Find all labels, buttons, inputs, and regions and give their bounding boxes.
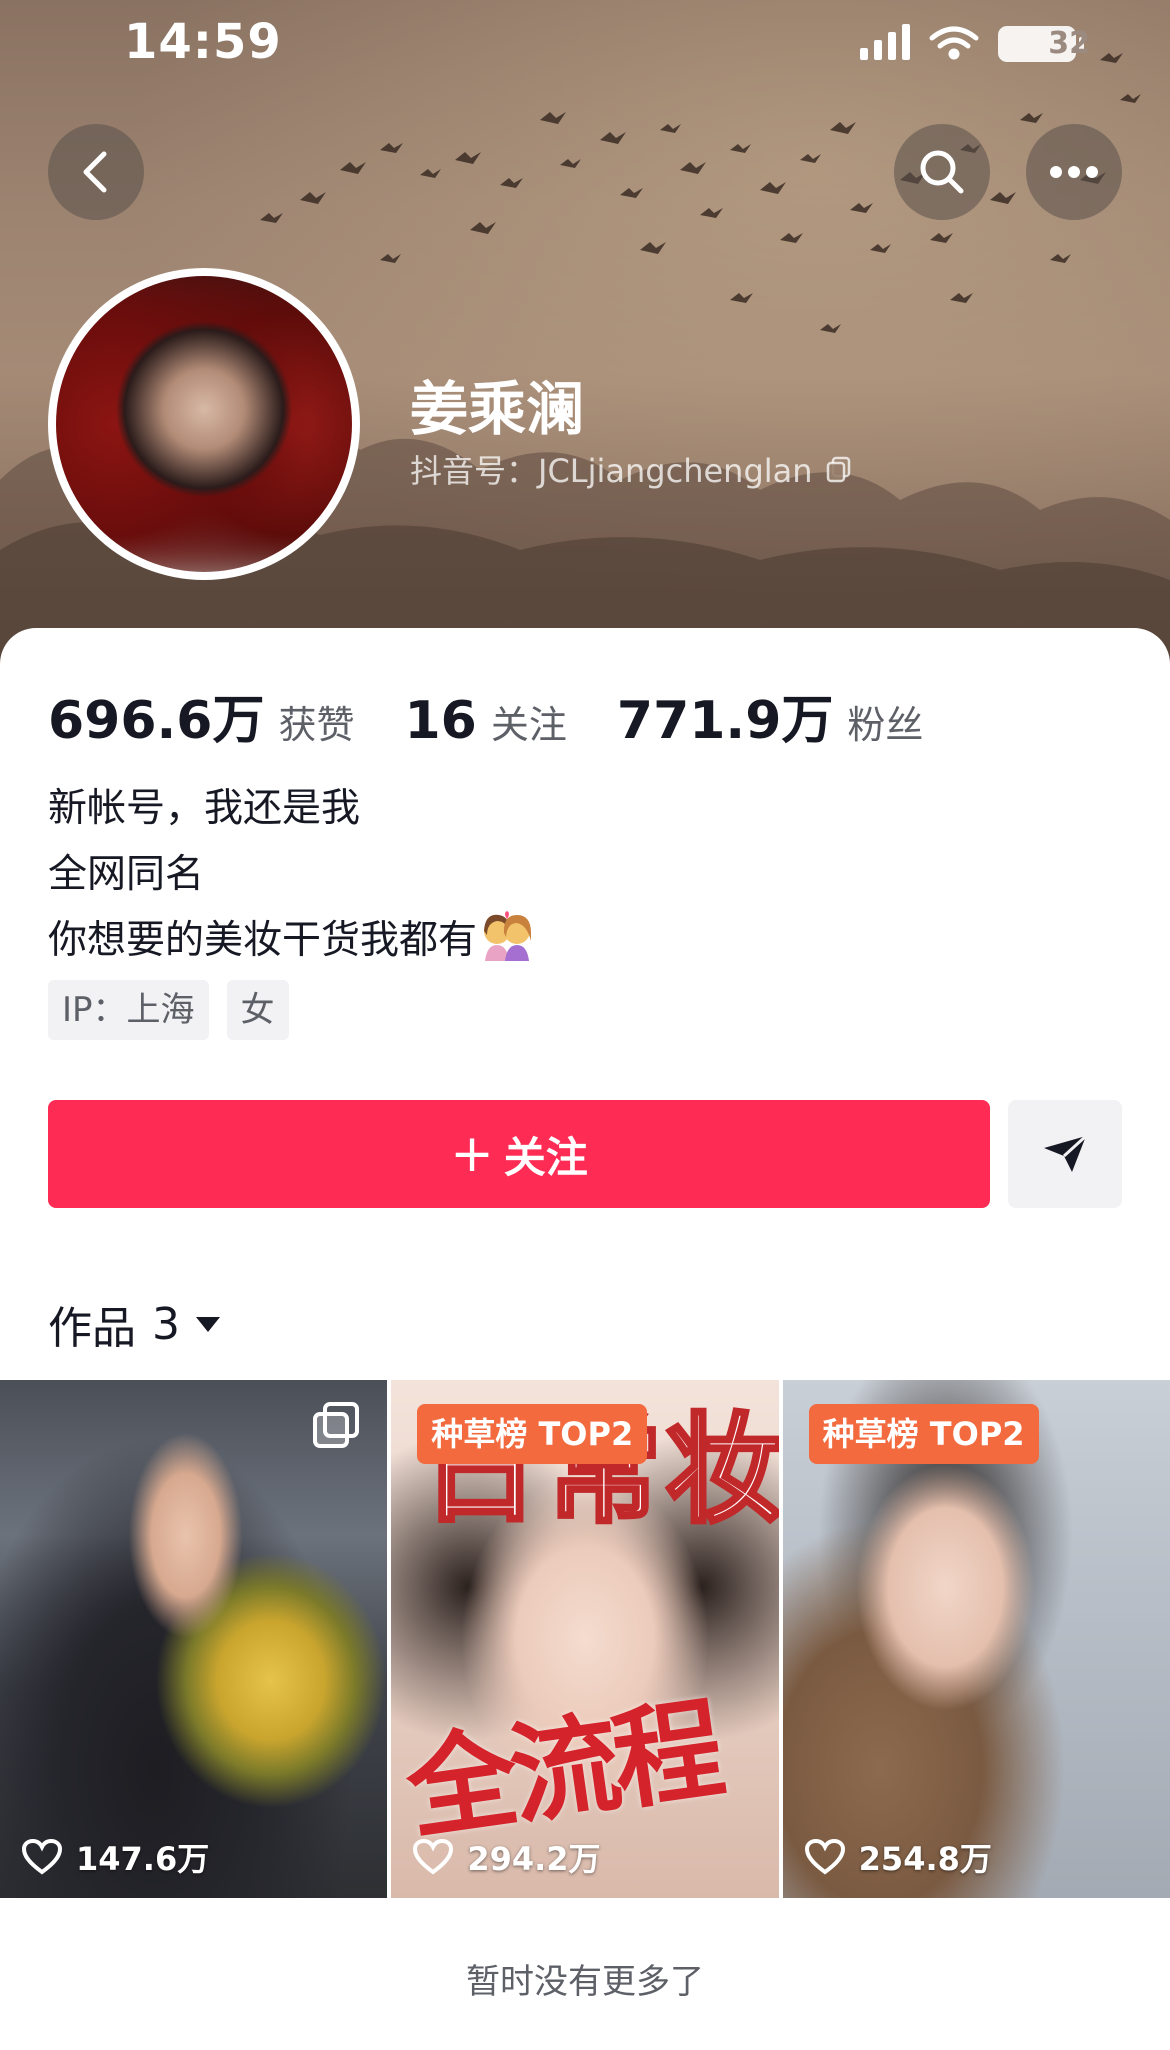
back-button[interactable] [48, 124, 144, 220]
heart-icon [22, 1839, 62, 1875]
rank-badge: 种草榜 TOP2 [808, 1404, 1039, 1464]
work-overlay-text: 全流程 [399, 1684, 727, 1855]
work-likes-count: 147.6万 [76, 1840, 210, 1878]
kiss-emoji-icon [484, 911, 532, 961]
works-tab[interactable]: 作品 3 [48, 1292, 222, 1356]
work-tile-1[interactable]: 147.6万 [0, 1380, 388, 1898]
work-likes: 294.2万 [413, 1834, 601, 1880]
gender-tag: 女 [226, 980, 289, 1040]
work-likes-count: 294.2万 [467, 1840, 601, 1878]
follow-label: 关注 [503, 1132, 588, 1182]
work-likes-count: 254.8万 [858, 1840, 992, 1878]
stat-followers[interactable]: 771.9万 粉丝 [617, 678, 924, 753]
no-more-text: 暂时没有更多了 [466, 1962, 704, 2002]
more-button[interactable] [1026, 124, 1122, 220]
stat-likes-label: 获赞 [278, 703, 355, 747]
work-likes: 254.8万 [804, 1834, 992, 1880]
work-likes: 147.6万 [22, 1834, 209, 1880]
profile-card: 696.6万 获赞 16 关注 771.9万 粉丝 新帐号，我还是我 全网同名 … [0, 628, 1170, 2050]
follow-button[interactable]: + 关注 [48, 1100, 990, 1208]
stat-followers-label: 粉丝 [847, 703, 924, 747]
share-icon [1044, 1134, 1088, 1172]
heart-icon [804, 1839, 845, 1875]
rank-badge: 种草榜 TOP2 [417, 1404, 648, 1464]
signal-icon [860, 24, 910, 60]
bio-line-2: 全网同名 [48, 852, 205, 897]
tags-row: IP：上海 女 [48, 980, 289, 1040]
avatar-image [56, 276, 352, 572]
stats-row: 696.6万 获赞 16 关注 771.9万 粉丝 [48, 678, 973, 753]
works-grid: 147.6万 日常妆 种草榜 TOP2 全流程 294.2万 种草榜 TOP2 … [0, 1380, 1170, 1898]
search-icon [920, 150, 964, 194]
back-icon [83, 151, 107, 193]
battery-level: 32 [1048, 26, 1090, 61]
work-tile-3[interactable]: 种草榜 TOP2 254.8万 [782, 1380, 1170, 1898]
work-tile-2[interactable]: 日常妆 种草榜 TOP2 全流程 294.2万 [391, 1380, 779, 1898]
bio: 新帐号，我还是我 全网同名 你想要的美妆干货我都有 [48, 776, 535, 974]
stat-followers-value: 771.9万 [616, 691, 834, 751]
bio-line-1: 新帐号，我还是我 [48, 786, 361, 831]
more-icon [1050, 166, 1098, 178]
profile-banner: 14:59 32 姜乘澜 抖音号：JCLjiangchenglan [0, 0, 1170, 680]
bio-line-3-text: 你想要的美妆干货我都有 [48, 918, 478, 963]
stat-following-label: 关注 [490, 703, 567, 747]
works-label: 作品 [48, 1303, 136, 1354]
search-button[interactable] [894, 124, 990, 220]
copy-icon[interactable] [825, 455, 853, 483]
wifi-icon [929, 26, 979, 60]
bio-line-3: 你想要的美妆干货我都有 [48, 908, 535, 974]
douyin-id: 抖音号：JCLjiangchenglan [410, 446, 853, 492]
douyin-id-text: 抖音号：JCLjiangchenglan [410, 452, 813, 490]
multi-image-icon [313, 1402, 360, 1448]
stat-likes-value: 696.6万 [48, 691, 265, 751]
avatar[interactable] [48, 268, 360, 580]
stat-following[interactable]: 16 关注 [405, 691, 567, 751]
share-button[interactable] [1008, 1100, 1122, 1208]
stat-likes[interactable]: 696.6万 获赞 [48, 678, 355, 753]
ip-location-tag: IP：上海 [48, 980, 209, 1040]
stat-following-value: 16 [404, 691, 477, 751]
status-bar: 14:59 32 [0, 0, 1170, 90]
status-time: 14:59 [124, 14, 282, 70]
profile-name: 姜乘澜 [410, 375, 585, 443]
dropdown-icon [196, 1317, 220, 1332]
heart-icon [413, 1839, 454, 1875]
follow-plus-icon: + [450, 1124, 494, 1184]
works-count: 3 [152, 1298, 180, 1350]
